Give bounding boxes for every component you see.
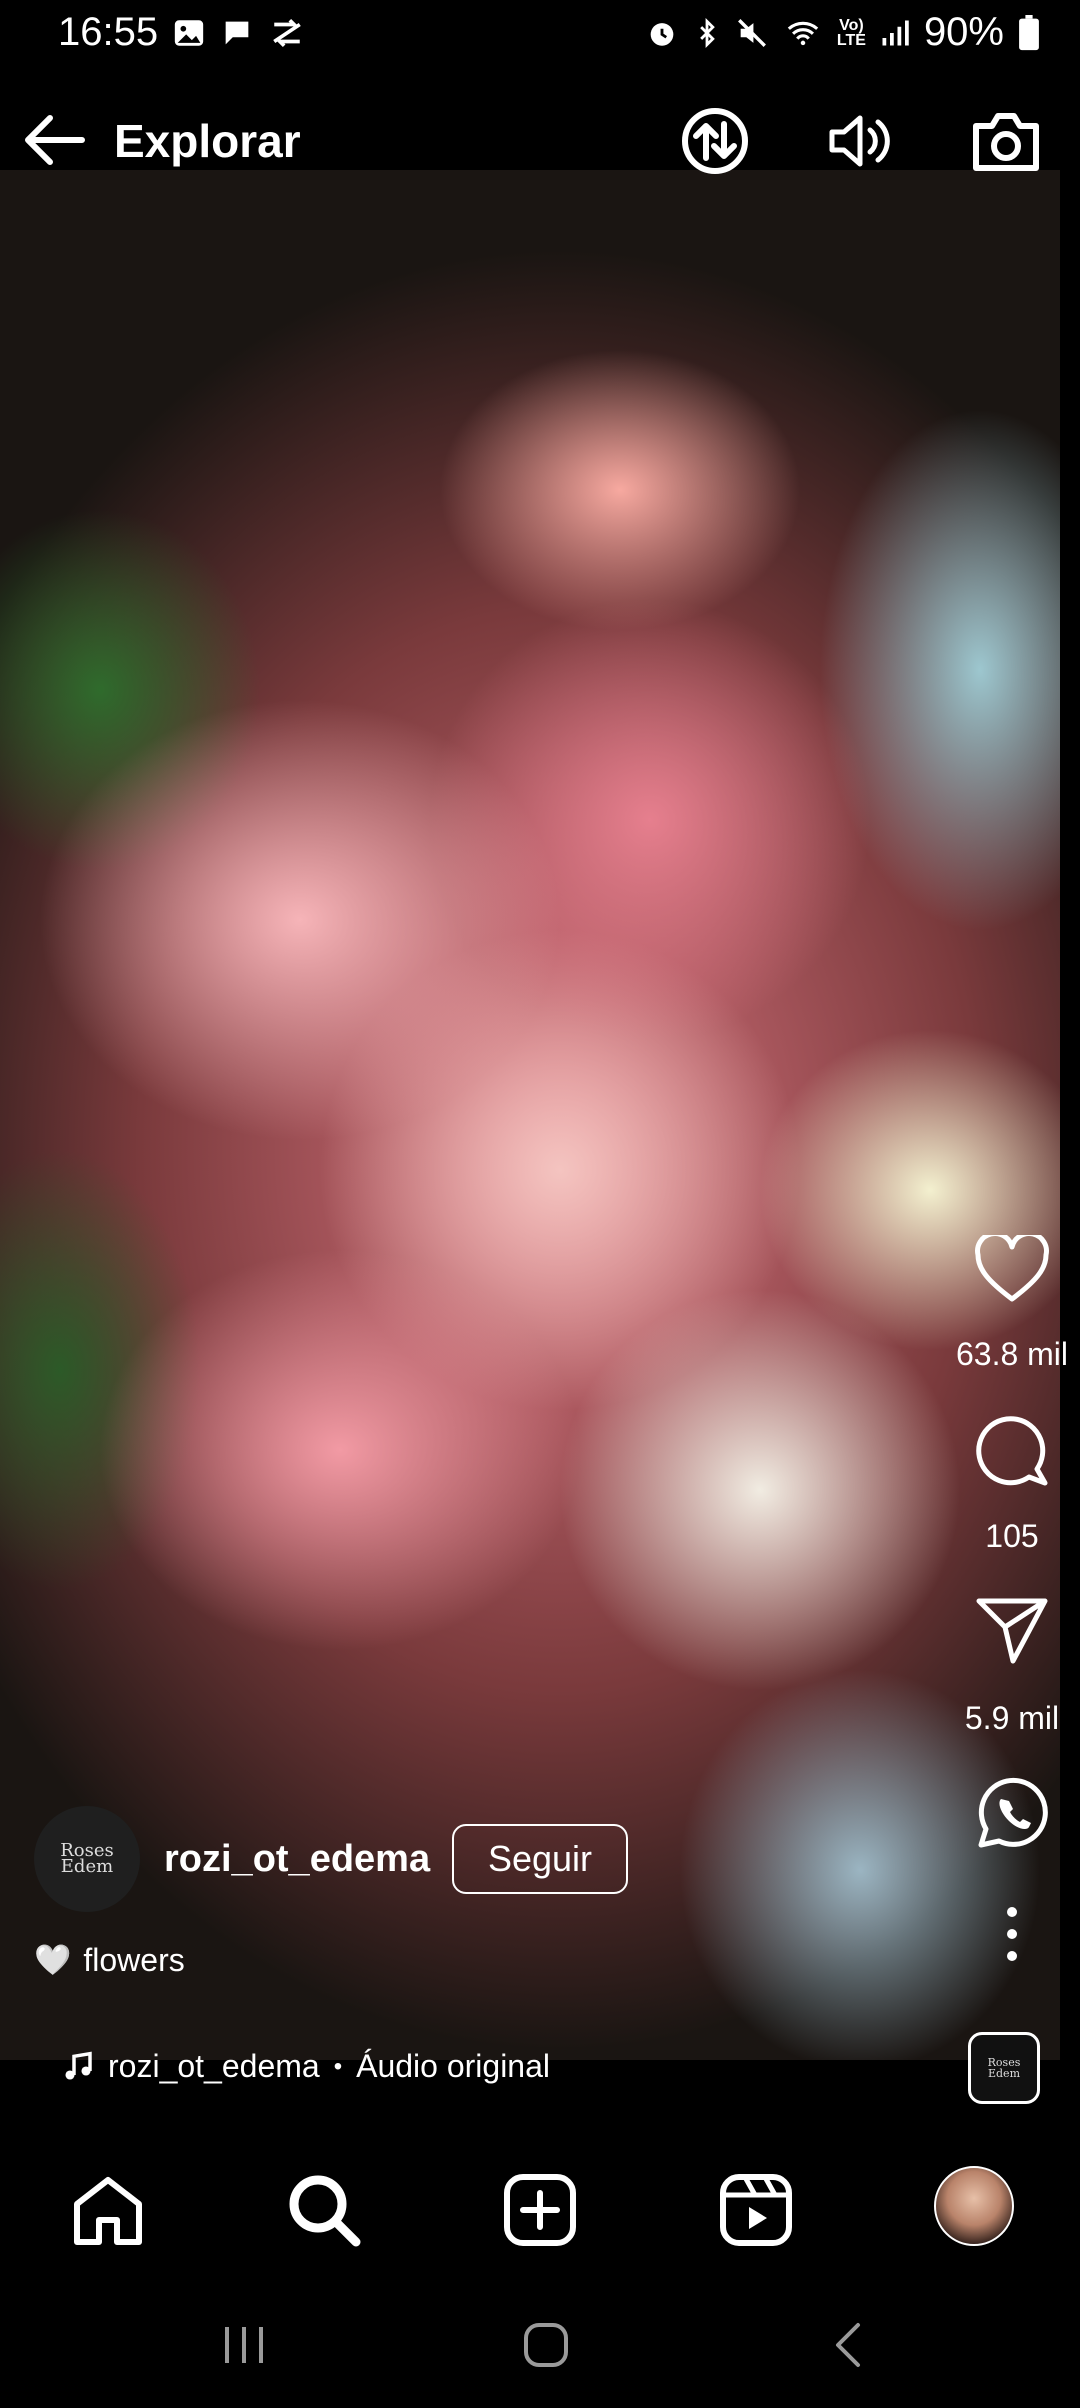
wifi-icon xyxy=(787,21,819,45)
white-heart-emoji: 🤍 xyxy=(34,1944,72,1977)
more-options-button[interactable] xyxy=(970,1892,1054,1976)
page-title: Explorar xyxy=(114,115,301,167)
status-left-icons xyxy=(172,16,306,50)
whatsapp-icon xyxy=(978,1777,1048,1848)
home-system-button[interactable] xyxy=(506,2310,586,2380)
image-icon xyxy=(174,20,204,46)
data-saver-icon xyxy=(682,108,748,174)
search-icon xyxy=(289,2175,361,2247)
create-icon xyxy=(504,2174,576,2246)
caption-text: flowers xyxy=(83,1942,185,1978)
alarm-icon xyxy=(650,22,674,46)
like-button[interactable] xyxy=(970,1228,1054,1312)
back-button[interactable] xyxy=(20,110,92,170)
comment-icon xyxy=(976,1416,1048,1486)
signal-icon xyxy=(882,20,909,45)
comments-count: 105 xyxy=(985,1518,1039,1554)
chat-bubble-icon xyxy=(225,21,249,45)
status-time: 16:55 xyxy=(58,10,159,54)
home-circle-icon xyxy=(524,2323,568,2367)
nav-search[interactable] xyxy=(284,2170,364,2250)
follow-button[interactable]: Seguir xyxy=(452,1824,628,1894)
battery-icon xyxy=(1019,14,1039,50)
back-system-button[interactable] xyxy=(808,2310,888,2380)
data-saver-button[interactable] xyxy=(680,106,750,176)
shares-count: 5.9 mil xyxy=(964,1700,1060,1736)
sync-icon xyxy=(273,18,301,48)
whatsapp-share-button[interactable] xyxy=(970,1772,1054,1856)
back-chevron-icon xyxy=(836,2323,860,2367)
volume-button[interactable] xyxy=(824,106,894,176)
more-vertical-icon xyxy=(1007,1907,1017,1961)
audio-thumbnail[interactable]: Roses Edem xyxy=(968,2032,1040,2104)
volume-icon xyxy=(829,115,890,167)
mute-icon xyxy=(737,18,766,47)
camera-button[interactable] xyxy=(970,106,1040,176)
reels-icon xyxy=(720,2174,792,2246)
reel-video[interactable] xyxy=(0,170,1060,2060)
nav-profile-avatar[interactable] xyxy=(934,2166,1014,2246)
send-icon xyxy=(976,1598,1048,1664)
caption[interactable]: 🤍 flowers xyxy=(34,1942,185,1979)
audio-author: rozi_ot_edema xyxy=(108,2048,320,2084)
author-username[interactable]: rozi_ot_edema xyxy=(164,1838,430,1881)
recent-apps-button[interactable] xyxy=(204,2310,284,2380)
video-edge xyxy=(1060,170,1080,2060)
comment-button[interactable] xyxy=(970,1408,1054,1492)
battery-percent: 90% xyxy=(923,10,1004,54)
likes-count: 63.8 mil xyxy=(955,1336,1069,1372)
back-arrow-icon xyxy=(25,115,85,165)
nav-create[interactable] xyxy=(500,2170,580,2250)
status-right-icons: Vo) LTE 90% xyxy=(645,10,1040,55)
audio-title: Áudio original xyxy=(356,2048,550,2084)
bluetooth-icon xyxy=(700,17,715,48)
volte-icon: Vo) LTE xyxy=(836,16,866,49)
channel-avatar[interactable]: Roses Edem xyxy=(34,1806,140,1912)
audio-thumbnail-logo: Roses Edem xyxy=(987,2056,1021,2080)
audio-row[interactable]: rozi_ot_edema • Áudio original xyxy=(62,2048,550,2085)
heart-icon xyxy=(975,1235,1049,1302)
channel-avatar-logo: Roses Edem xyxy=(60,1840,114,1877)
music-note-icon xyxy=(65,2051,92,2080)
nav-home[interactable] xyxy=(68,2170,148,2250)
home-icon xyxy=(74,2177,142,2245)
audio-separator: • xyxy=(333,2052,343,2080)
camera-icon xyxy=(973,113,1039,171)
recent-apps-icon xyxy=(225,2327,263,2363)
share-button[interactable] xyxy=(970,1588,1054,1672)
nav-reels[interactable] xyxy=(716,2170,796,2250)
